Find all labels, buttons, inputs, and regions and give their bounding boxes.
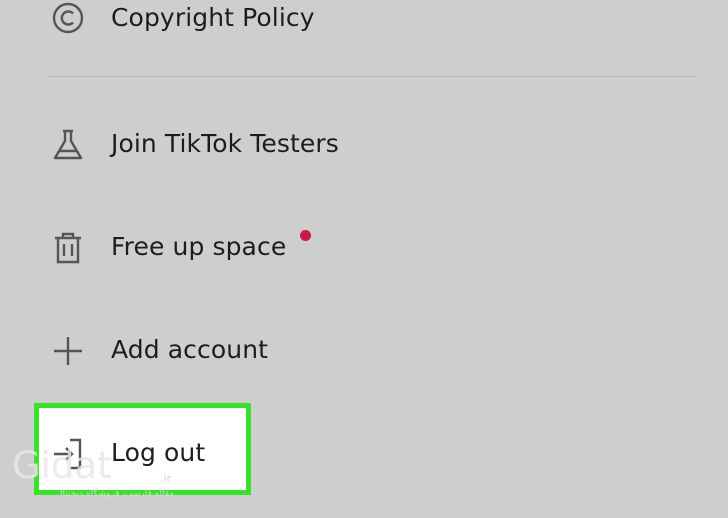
copyright-icon bbox=[50, 0, 86, 36]
flask-icon bbox=[50, 127, 86, 163]
watermark-suffix: .ir bbox=[160, 472, 172, 485]
menu-item-label: Join TikTok Testers bbox=[111, 129, 339, 158]
section-divider bbox=[48, 76, 696, 77]
menu-item-copyright-policy[interactable]: Copyright Policy bbox=[0, 0, 728, 48]
menu-item-add-account[interactable]: Add account bbox=[0, 321, 728, 381]
menu-item-label: Add account bbox=[111, 335, 269, 364]
menu-item-free-up-space[interactable]: Free up space bbox=[0, 218, 728, 278]
menu-item-label: Copyright Policy bbox=[111, 3, 315, 32]
plus-icon bbox=[50, 333, 86, 369]
trash-icon bbox=[50, 230, 86, 266]
menu-item-join-tiktok-testers[interactable]: Join TikTok Testers bbox=[0, 115, 728, 175]
menu-item-label: Free up space bbox=[111, 232, 287, 261]
watermark-subtitle: مقاله فارسی، فروشگاه دیجیتال bbox=[56, 489, 175, 499]
watermark-word: Gidat bbox=[12, 444, 112, 487]
notification-dot bbox=[300, 230, 311, 241]
watermark-logo: Gidat .ir مقاله فارسی، فروشگاه دیجیتال bbox=[12, 444, 182, 504]
